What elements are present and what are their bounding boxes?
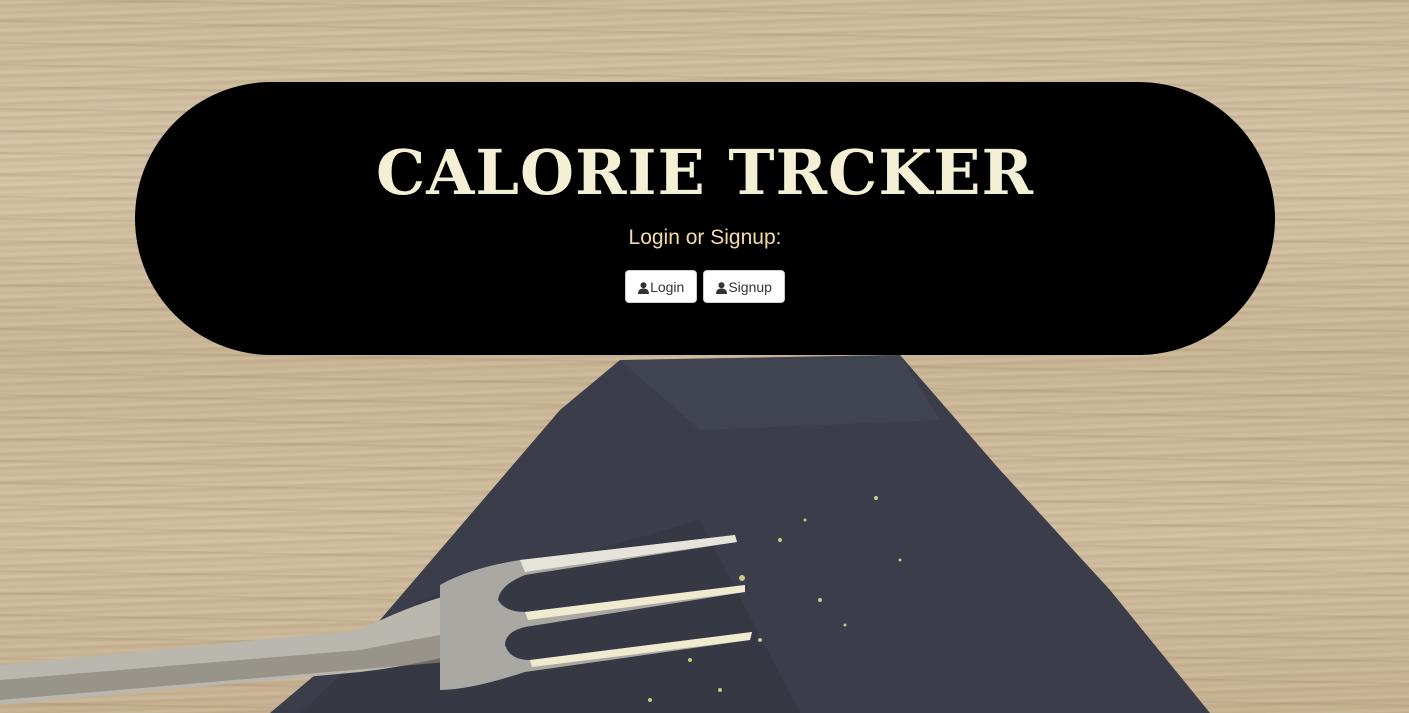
user-icon (638, 281, 650, 294)
page-title: CALORIE TRCKER (375, 136, 1035, 209)
login-button[interactable]: Login (625, 270, 698, 303)
login-button-label: Login (650, 278, 685, 295)
signup-button-label: Signup (728, 278, 772, 295)
user-icon (716, 281, 728, 294)
auth-buttons: Login Signup (135, 270, 1275, 303)
hero-panel: CALORIE TRCKER Login or Signup: Login Si… (135, 82, 1275, 355)
signup-button[interactable]: Signup (703, 270, 785, 303)
page-subtitle: Login or Signup: (628, 226, 782, 249)
